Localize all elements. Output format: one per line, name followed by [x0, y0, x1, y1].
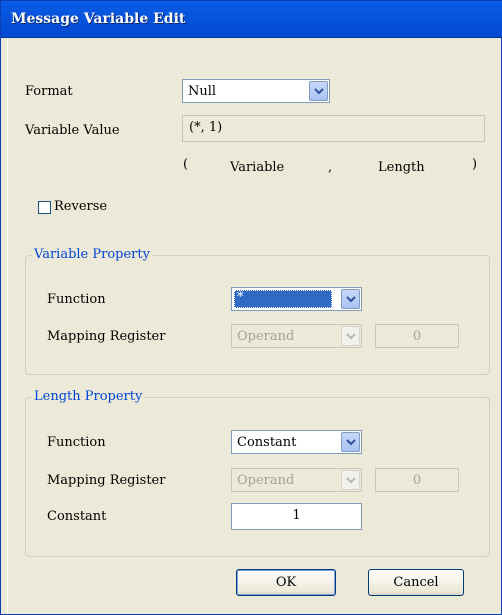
length-mapping-number: 0	[375, 468, 459, 492]
variable-property-group: Variable Property Function * Mapping Reg…	[25, 247, 490, 375]
format-value: Null	[188, 84, 217, 99]
format-dropdown[interactable]: Null	[182, 79, 330, 103]
constant-input[interactable]: 1	[231, 503, 362, 530]
chevron-down-icon[interactable]	[341, 289, 360, 309]
hint-length: Length	[378, 160, 425, 175]
length-mapping-label: Mapping Register	[47, 473, 166, 488]
constant-label: Constant	[47, 509, 107, 524]
hint-variable: Variable	[230, 160, 285, 175]
variable-function-dropdown[interactable]: *	[231, 287, 362, 311]
variable-value-field: (*, 1)	[182, 115, 485, 142]
cancel-button[interactable]: Cancel	[368, 569, 464, 596]
length-function-value: Constant	[237, 435, 297, 450]
length-property-group: Length Property Function Constant Mappin…	[25, 389, 490, 557]
length-mapping-value: Operand	[237, 473, 295, 488]
chevron-down-icon	[341, 326, 360, 346]
length-function-label: Function	[47, 435, 106, 450]
chevron-down-icon	[341, 470, 360, 490]
chevron-down-icon[interactable]	[309, 81, 328, 101]
window-title: Message Variable Edit	[11, 11, 186, 27]
variable-function-selection: *	[234, 290, 332, 308]
hint-open-paren: (	[183, 157, 189, 172]
variable-mapping-value: Operand	[237, 329, 295, 344]
variable-value-label: Variable Value	[25, 123, 120, 138]
length-property-title: Length Property	[32, 389, 145, 404]
variable-value-text: (*, 1)	[189, 120, 223, 135]
constant-value: 1	[292, 508, 301, 523]
variable-mapping-number-text: 0	[412, 329, 422, 344]
dialog-body: Format Null Variable Value (*, 1) ( Vari…	[7, 38, 495, 614]
dialog-window: Message Variable Edit Format Null Variab…	[0, 0, 502, 615]
length-function-dropdown[interactable]: Constant	[231, 430, 362, 454]
title-bar[interactable]: Message Variable Edit	[1, 1, 502, 38]
variable-function-label: Function	[47, 292, 106, 307]
variable-function-value: *	[237, 290, 244, 305]
reverse-label[interactable]: Reverse	[54, 199, 107, 214]
reverse-checkbox[interactable]	[38, 201, 51, 214]
chevron-down-icon[interactable]	[341, 432, 360, 452]
hint-comma: ,	[328, 160, 333, 175]
variable-mapping-dropdown: Operand	[231, 324, 362, 348]
hint-close-paren: )	[472, 157, 478, 172]
format-label: Format	[25, 84, 73, 99]
variable-property-title: Variable Property	[32, 247, 152, 262]
variable-mapping-label: Mapping Register	[47, 329, 166, 344]
length-mapping-number-text: 0	[412, 473, 422, 488]
length-mapping-dropdown: Operand	[231, 468, 362, 492]
ok-button[interactable]: OK	[236, 569, 336, 596]
variable-mapping-number: 0	[375, 324, 459, 348]
